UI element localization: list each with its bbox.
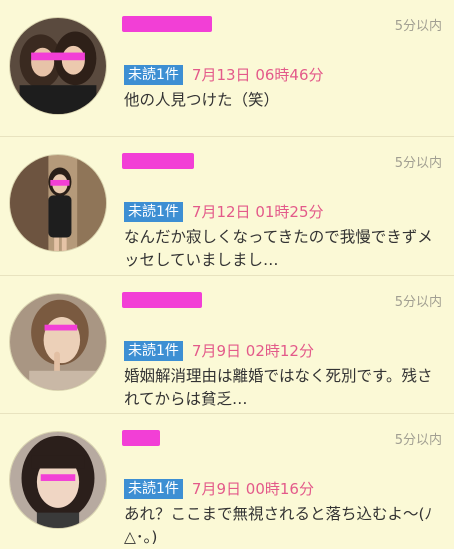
- message-date: 7月12日 01時25分: [191, 203, 324, 221]
- message-date: 7月9日 02時12分: [191, 342, 314, 360]
- avatar[interactable]: [9, 17, 107, 115]
- avatar[interactable]: [9, 154, 107, 252]
- thread-row[interactable]: 5分以内 未読1件 7月12日 01時25分 なんだか寂しくなってきたので我慢で…: [0, 137, 454, 276]
- time-ago: 5分以内: [394, 433, 442, 448]
- unread-badge: 未読1件: [124, 340, 183, 361]
- unread-badge: 未読1件: [124, 201, 183, 222]
- message-preview: 婚姻解消理由は離婚ではなく死別です。残されてからは貧乏…: [124, 367, 433, 408]
- message-date: 7月13日 06時46分: [191, 66, 324, 84]
- user-photo-icon: [10, 155, 106, 251]
- message-preview: あれ？ここまで無視されると落ち込むよ〜(ﾉ△･｡): [124, 505, 433, 546]
- time-ago: 5分以内: [394, 19, 442, 34]
- unread-badge: 未読1件: [124, 64, 183, 85]
- name-redaction: [122, 292, 202, 308]
- name-redaction: [122, 153, 194, 169]
- thread-row[interactable]: 5分以内 未読1件 7月13日 06時46分 他の人見つけた（笑）: [0, 0, 454, 137]
- message-preview: なんだか寂しくなってきたので我慢できずメッセしていましまし…: [124, 228, 433, 269]
- user-photo-icon: [10, 294, 106, 390]
- avatar[interactable]: [9, 431, 107, 529]
- message-thread-list: 5分以内 未読1件 7月13日 06時46分 他の人見つけた（笑） 5分以内 未…: [0, 0, 454, 546]
- thread-row[interactable]: 5分以内 未読1件 7月9日 02時12分 婚姻解消理由は離婚ではなく死別です。…: [0, 276, 454, 414]
- user-photo-icon: [10, 432, 106, 528]
- unread-badge: 未読1件: [124, 478, 183, 499]
- message-preview: 他の人見つけた（笑）: [124, 91, 280, 109]
- user-photo-icon: [10, 18, 106, 114]
- avatar[interactable]: [9, 293, 107, 391]
- time-ago: 5分以内: [394, 295, 442, 310]
- time-ago: 5分以内: [394, 156, 442, 171]
- name-redaction: [122, 16, 212, 32]
- message-date: 7月9日 00時16分: [191, 480, 314, 498]
- name-redaction: [122, 430, 160, 446]
- thread-row[interactable]: 5分以内 未読1件 7月9日 00時16分 あれ？ここまで無視されると落ち込むよ…: [0, 414, 454, 546]
